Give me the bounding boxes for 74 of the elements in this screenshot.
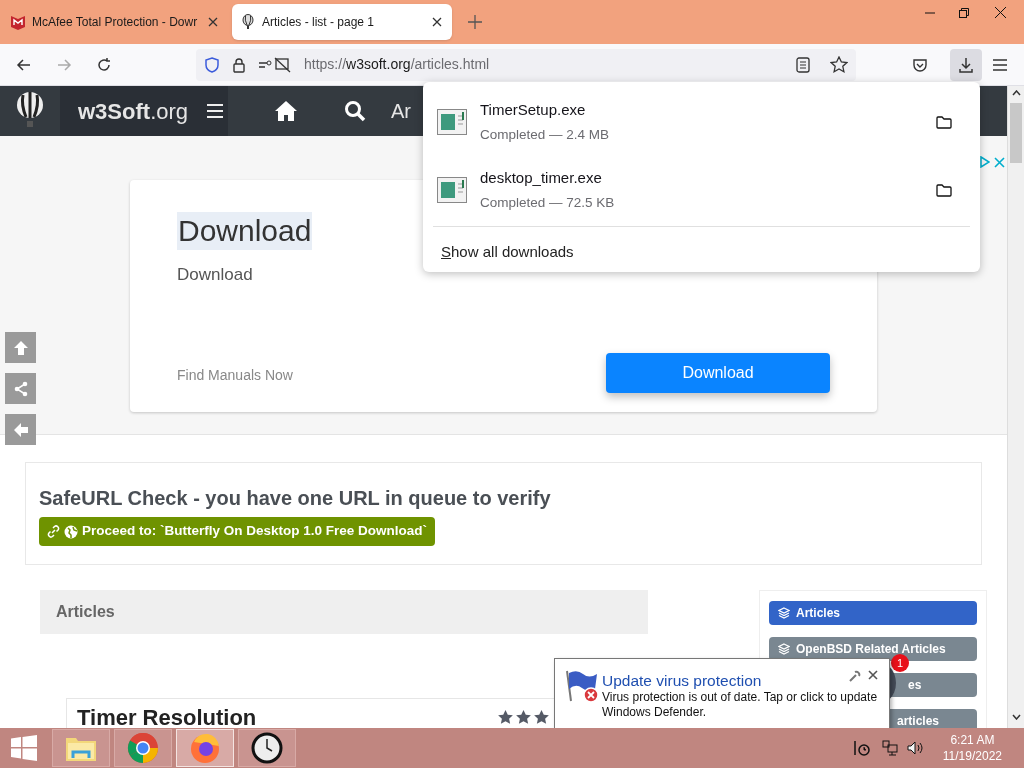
- search-icon[interactable]: [344, 100, 366, 122]
- back-button[interactable]: [5, 414, 36, 445]
- browser-tab[interactable]: Articles - list - page 1: [232, 4, 452, 40]
- download-file-name[interactable]: desktop_timer.exe: [480, 166, 923, 190]
- defender-flag-icon: [565, 669, 599, 703]
- download-icon: [958, 56, 974, 73]
- show-all-downloads-link[interactable]: Show all downloads: [441, 241, 970, 264]
- firefox-icon: [189, 732, 221, 764]
- chrome-icon: [127, 732, 159, 764]
- menu-icon[interactable]: [992, 57, 1008, 72]
- layers-icon: [778, 643, 790, 655]
- permissions-icon: [258, 56, 292, 73]
- folder-icon[interactable]: [936, 183, 952, 197]
- share-button[interactable]: [5, 373, 36, 404]
- clock-icon: [251, 732, 283, 764]
- home-icon[interactable]: [274, 100, 298, 122]
- star-icon: [515, 709, 532, 726]
- downloads-button[interactable]: [950, 48, 982, 81]
- lock-icon: [232, 56, 246, 73]
- share-icon: [12, 380, 29, 397]
- download-button[interactable]: Download: [606, 353, 830, 393]
- shield-m-icon: [10, 14, 26, 30]
- shield-icon: [204, 56, 220, 73]
- scroll-top-button[interactable]: [5, 332, 36, 363]
- globe-icon: [64, 524, 78, 539]
- pocket-icon[interactable]: [912, 56, 928, 73]
- download-status: Completed — 2.4 MB: [480, 126, 611, 145]
- ad-footer-text: Find Manuals Now: [177, 366, 293, 385]
- layers-icon: [778, 607, 790, 619]
- sidebar-item[interactable]: Articles: [769, 601, 977, 625]
- windows-start-icon[interactable]: [11, 735, 37, 761]
- proceed-button[interactable]: Proceed to: `Butterfly On Desktop 1.0 Free Download`: [39, 517, 436, 546]
- reader-view-icon[interactable]: [796, 56, 810, 73]
- ad-subtitle: Download: [177, 264, 253, 286]
- new-tab-icon[interactable]: [468, 15, 482, 29]
- close-icon[interactable]: [995, 7, 1006, 18]
- star-icon: [533, 709, 550, 726]
- notification-title: Update virus protection: [602, 671, 762, 691]
- nav-link[interactable]: Ar: [391, 96, 411, 126]
- close-icon[interactable]: [432, 17, 442, 27]
- folder-icon[interactable]: [936, 115, 952, 129]
- back-icon[interactable]: [16, 56, 32, 73]
- volume-icon[interactable]: [906, 740, 923, 756]
- taskbar-app-button[interactable]: [238, 729, 296, 767]
- close-icon[interactable]: [208, 17, 218, 27]
- scrollbar-thumb[interactable]: [1010, 103, 1022, 163]
- close-icon[interactable]: [868, 670, 878, 680]
- url-text[interactable]: https://w3soft.org/articles.html: [304, 54, 490, 75]
- download-status: Completed — 72.5 KB: [480, 194, 616, 213]
- browser-tab[interactable]: McAfee Total Protection - Dowr: [4, 4, 224, 40]
- wrench-icon[interactable]: [849, 670, 861, 682]
- safeurl-heading: SafeURL Check - you have one URL in queue to verify: [39, 486, 552, 511]
- restore-icon[interactable]: [959, 8, 969, 18]
- star-icon: [497, 709, 514, 726]
- reload-icon[interactable]: [96, 56, 112, 73]
- link-icon: [47, 525, 60, 538]
- ad-choices-icon[interactable]: [980, 156, 990, 168]
- articles-header: Articles: [40, 590, 648, 634]
- left-arrow-icon: [12, 421, 29, 438]
- notification-popup[interactable]: Update virus protection Virus protection is out of date. Tap or click to update Windows Defender.: [554, 658, 890, 729]
- scroll-down-icon[interactable]: [1012, 714, 1021, 720]
- download-file-name[interactable]: TimerSetup.exe: [480, 98, 923, 122]
- scroll-up-icon[interactable]: [1012, 90, 1021, 96]
- executable-file-icon: [437, 109, 467, 135]
- scrollbar[interactable]: [1007, 86, 1024, 728]
- network-icon[interactable]: [881, 740, 898, 756]
- article-title: Timer Resolution: [77, 705, 257, 728]
- ad-title[interactable]: Download: [177, 212, 313, 250]
- bookmark-star-icon[interactable]: [830, 55, 848, 74]
- notification-message: Virus protection is out of date. Tap or click to update Windows Defender.: [602, 690, 879, 720]
- executable-file-icon: [437, 177, 467, 203]
- balloon-icon: [242, 14, 254, 30]
- address-bar[interactable]: https://w3soft.org/articles.html: [196, 48, 856, 81]
- up-arrow-icon: [12, 339, 29, 356]
